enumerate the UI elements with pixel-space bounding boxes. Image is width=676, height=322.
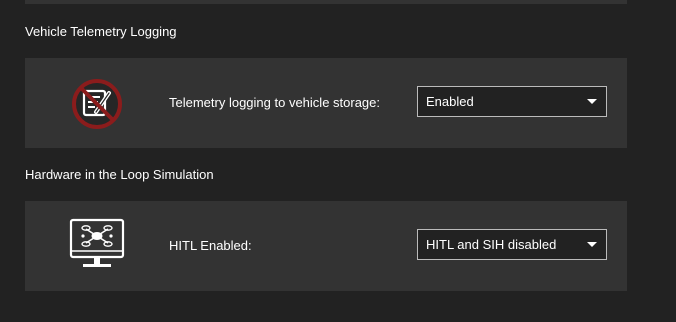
hitl-enabled-label: HITL Enabled:	[169, 238, 252, 253]
hitl-dropdown[interactable]: HITL and SIH disabled	[417, 229, 607, 260]
previous-section-panel	[25, 0, 627, 4]
telemetry-logging-label: Telemetry logging to vehicle storage:	[169, 95, 381, 110]
telemetry-logging-panel: Telemetry logging to vehicle storage: En…	[25, 58, 627, 148]
telemetry-logging-disabled-icon	[69, 76, 125, 132]
section-title-telemetry: Vehicle Telemetry Logging	[25, 24, 177, 39]
hitl-value: HITL and SIH disabled	[426, 237, 557, 252]
section-title-hitl: Hardware in the Loop Simulation	[25, 167, 214, 182]
chevron-down-icon	[587, 242, 597, 247]
telemetry-logging-dropdown[interactable]: Enabled	[417, 86, 607, 117]
hitl-panel: HITL Enabled: HITL and SIH disabled	[25, 201, 627, 291]
telemetry-logging-value: Enabled	[426, 94, 474, 109]
hitl-monitor-icon	[69, 216, 125, 272]
chevron-down-icon	[587, 99, 597, 104]
settings-page: Vehicle Telemetry Logging Telemetry logg…	[0, 0, 676, 322]
